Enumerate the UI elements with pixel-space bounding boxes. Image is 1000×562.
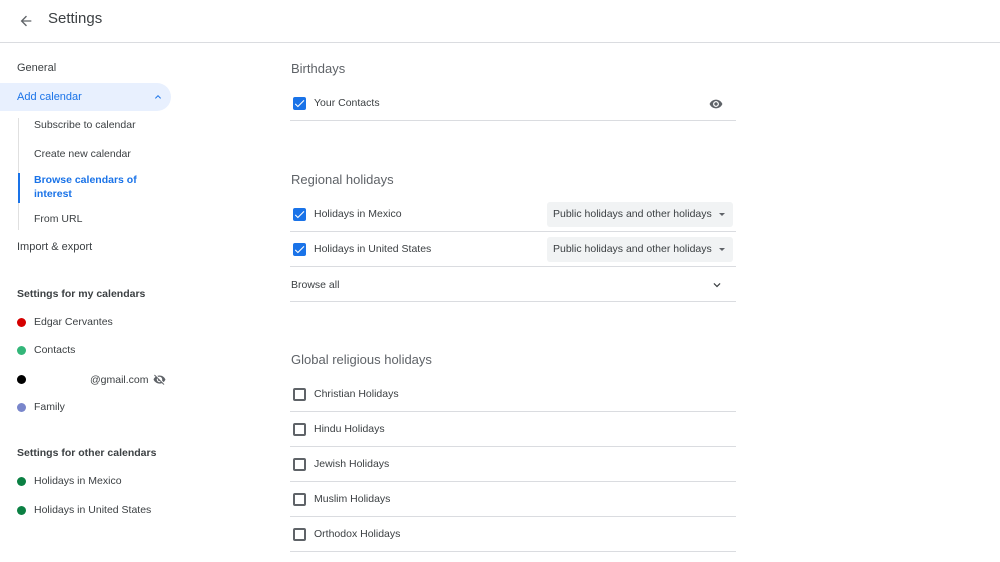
religious-heading: Global religious holidays xyxy=(291,352,432,367)
calendar-item[interactable]: @gmail.com xyxy=(17,373,166,386)
checkbox-unchecked[interactable] xyxy=(293,493,306,506)
check-icon xyxy=(294,246,305,254)
submenu-active-indicator xyxy=(18,173,20,203)
color-dot xyxy=(17,476,26,486)
top-bar: Settings xyxy=(0,0,1000,43)
dropdown-caret-icon xyxy=(719,213,725,216)
religious-row: Muslim Holidays xyxy=(290,482,736,517)
row-label: Orthodox Holidays xyxy=(314,528,401,540)
calendar-label: Contacts xyxy=(34,344,76,356)
calendar-item[interactable]: Holidays in Mexico xyxy=(17,475,122,487)
regional-heading: Regional holidays xyxy=(291,172,394,187)
my-calendars-heading: Settings for my calendars xyxy=(17,288,146,300)
sidebar-item-label: Add calendar xyxy=(17,91,82,103)
visibility-button[interactable] xyxy=(707,96,725,112)
expand-button[interactable] xyxy=(709,277,725,293)
birthdays-heading: Birthdays xyxy=(291,61,346,76)
religious-row: Orthodox Holidays xyxy=(290,517,736,552)
color-dot xyxy=(17,317,26,327)
holiday-type-select[interactable]: Public holidays and other holidays xyxy=(547,237,733,262)
religious-row: Jewish Holidays xyxy=(290,447,736,482)
sidebar-subitem-browse[interactable]: Browse calendars of interest xyxy=(34,173,154,201)
arrow-back-icon xyxy=(20,15,32,27)
select-value: Public holidays and other holidays xyxy=(553,208,712,220)
chevron-up-icon xyxy=(155,95,161,99)
row-label: Christian Holidays xyxy=(314,388,399,400)
browse-all-row[interactable]: Browse all xyxy=(290,267,736,302)
check-icon xyxy=(294,211,305,219)
other-calendars-heading: Settings for other calendars xyxy=(17,447,157,459)
regional-row: Holidays in Mexico Public holidays and o… xyxy=(290,197,736,232)
sidebar-item-general[interactable]: General xyxy=(17,62,56,74)
checkbox-unchecked[interactable] xyxy=(293,458,306,471)
color-dot xyxy=(17,375,26,384)
religious-row: Hindu Holidays xyxy=(290,412,736,447)
page-title: Settings xyxy=(48,10,103,27)
checkbox-checked[interactable] xyxy=(293,243,306,256)
browse-all-label: Browse all xyxy=(291,279,340,291)
calendar-item[interactable]: Edgar Cervantes xyxy=(17,316,113,328)
calendar-label: Family xyxy=(34,401,65,413)
calendar-item[interactable]: Family xyxy=(17,401,65,413)
back-button[interactable] xyxy=(14,9,38,33)
select-value: Public holidays and other holidays xyxy=(553,243,712,255)
check-icon xyxy=(294,100,305,108)
sidebar-item-import-export[interactable]: Import & export xyxy=(17,241,92,253)
checkbox-checked[interactable] xyxy=(293,208,306,221)
birthday-row: Your Contacts xyxy=(290,86,736,121)
visibility-off-icon xyxy=(153,374,165,385)
checkbox-unchecked[interactable] xyxy=(293,423,306,436)
sidebar-item-add-calendar[interactable]: Add calendar xyxy=(0,83,171,111)
color-dot xyxy=(17,505,26,515)
sidebar-subitem-from-url[interactable]: From URL xyxy=(34,213,82,225)
regional-row: Holidays in United States Public holiday… xyxy=(290,232,736,267)
checkbox-unchecked[interactable] xyxy=(293,388,306,401)
color-dot xyxy=(17,345,26,355)
color-dot xyxy=(17,402,26,412)
dropdown-caret-icon xyxy=(719,248,725,251)
sidebar-subitem-create[interactable]: Create new calendar xyxy=(34,148,131,160)
row-label: Hindu Holidays xyxy=(314,423,385,435)
calendar-label: Holidays in United States xyxy=(34,504,152,516)
religious-row: Christian Holidays xyxy=(290,377,736,412)
row-label: Holidays in Mexico xyxy=(314,208,402,220)
checkbox-checked[interactable] xyxy=(293,97,306,110)
checkbox-unchecked[interactable] xyxy=(293,528,306,541)
calendar-label: @gmail.com xyxy=(90,373,149,386)
row-label: Your Contacts xyxy=(314,97,380,109)
sidebar-subitem-subscribe[interactable]: Subscribe to calendar xyxy=(34,119,136,131)
calendar-item[interactable]: Contacts xyxy=(17,344,75,356)
calendar-item[interactable]: Holidays in United States xyxy=(17,504,151,516)
holiday-type-select[interactable]: Public holidays and other holidays xyxy=(547,202,733,227)
calendar-label: Edgar Cervantes xyxy=(34,316,113,328)
row-label: Muslim Holidays xyxy=(314,493,391,505)
eye-icon xyxy=(709,99,723,109)
row-label: Holidays in United States xyxy=(314,243,432,255)
calendar-label: Holidays in Mexico xyxy=(34,475,122,487)
row-label: Jewish Holidays xyxy=(314,458,390,470)
chevron-down-icon xyxy=(713,283,721,288)
